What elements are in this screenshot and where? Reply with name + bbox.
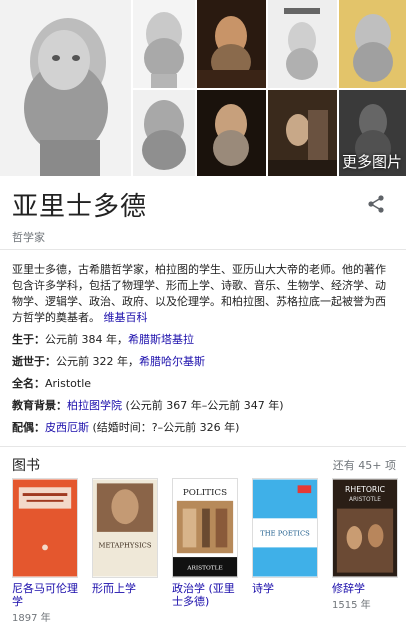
gallery-image-4[interactable] xyxy=(268,0,337,88)
fact-label: 逝世于： xyxy=(12,355,56,368)
fact-label: 配偶： xyxy=(12,421,45,434)
fact-label: 全名： xyxy=(12,377,45,390)
fact-suffix: (公元前 367 年–公元前 347 年) xyxy=(122,399,284,412)
book-title: 尼各马可伦理学 xyxy=(12,582,78,608)
book-item[interactable]: 尼各马可伦理学 1897 年 xyxy=(12,478,78,624)
more-images-button[interactable]: 更多图片 xyxy=(339,90,406,176)
facts-list: 生于：公元前 384 年，希腊斯塔基拉 逝世于：公元前 322 年，希腊哈尔基斯… xyxy=(12,329,396,439)
book-title: 形而上学 xyxy=(92,582,136,595)
fact-value: 公元前 384 年， xyxy=(45,333,128,346)
fact-education: 教育背景：柏拉图学院 (公元前 367 年–公元前 347 年) xyxy=(12,395,396,417)
books-header: 图书 还有 45+ 项 xyxy=(12,455,396,475)
fact-died: 逝世于：公元前 322 年，希腊哈尔基斯 xyxy=(12,351,396,373)
divider xyxy=(0,249,406,250)
book-cover: RHETORIC ARISTOTLE xyxy=(332,478,398,578)
book-title: 诗学 xyxy=(252,582,274,595)
book-cover: THE POETICS xyxy=(252,478,318,578)
entity-header: 亚里士多德 哲学家 xyxy=(12,186,394,245)
book-item[interactable]: POLITICS ARISTOTLE 政治学 (亚里士多德) xyxy=(172,478,238,609)
more-images-label: 更多图片 xyxy=(341,153,402,171)
gallery-image-5[interactable] xyxy=(339,0,406,88)
gallery-image-7[interactable] xyxy=(197,90,266,176)
gallery-image-8[interactable] xyxy=(268,90,337,176)
cover-text: METAPHYSICS xyxy=(99,541,152,549)
share-icon[interactable] xyxy=(366,194,386,214)
book-year: 1515 年 xyxy=(332,600,371,611)
fact-link[interactable]: 皮西厄斯 xyxy=(45,421,89,434)
fact-link[interactable]: 希腊斯塔基拉 xyxy=(128,333,194,346)
bust-portrait-image xyxy=(0,0,131,176)
entity-subtitle: 哲学家 xyxy=(12,231,45,244)
book-cover: METAPHYSICS xyxy=(92,478,158,578)
fact-full-name: 全名：Aristotle xyxy=(12,373,396,395)
book-item[interactable]: METAPHYSICS 形而上学 xyxy=(92,478,158,596)
book-cover: POLITICS ARISTOTLE xyxy=(172,478,238,578)
fact-label: 生于： xyxy=(12,333,45,346)
gallery-image-main[interactable] xyxy=(0,0,131,176)
fact-link[interactable]: 柏拉图学院 xyxy=(67,399,122,412)
book-item[interactable]: THE POETICS 诗学 xyxy=(252,478,318,596)
fact-link[interactable]: 希腊哈尔基斯 xyxy=(139,355,205,368)
fact-suffix: (结婚时间：?–公元前 326 年) xyxy=(89,421,240,434)
books-title: 图书 xyxy=(12,458,40,474)
description-text: 亚里士多德，古希腊哲学家，柏拉图的学生、亚历山大大帝的老师。他的著作包含许多学科… xyxy=(12,263,386,324)
book-title: 政治学 (亚里士多德) xyxy=(172,582,235,608)
description-source-link[interactable]: 维基百科 xyxy=(104,311,148,324)
book-title: 修辞学 xyxy=(332,582,365,595)
fact-born: 生于：公元前 384 年，希腊斯塔基拉 xyxy=(12,329,396,351)
gallery-image-6[interactable] xyxy=(133,90,195,176)
books-more-link[interactable]: 还有 45+ 项 xyxy=(333,457,396,473)
cover-author: ARISTOTLE xyxy=(349,497,381,503)
fact-label: 教育背景： xyxy=(12,399,67,412)
divider xyxy=(0,446,406,447)
cover-text: THE POETICS xyxy=(260,530,310,538)
entity-title: 亚里士多德 xyxy=(12,192,148,222)
book-year: 1897 年 xyxy=(12,613,51,624)
fact-value: Aristotle xyxy=(45,377,92,390)
image-gallery: 更多图片 xyxy=(0,0,406,176)
book-item[interactable]: RHETORIC ARISTOTLE 修辞学 1515 年 xyxy=(332,478,398,611)
gallery-image-3[interactable] xyxy=(197,0,266,88)
book-cover xyxy=(12,478,78,578)
fact-value: 公元前 322 年， xyxy=(56,355,139,368)
cover-text: POLITICS xyxy=(183,488,227,498)
cover-text: RHETORIC xyxy=(345,485,385,494)
description: 亚里士多德，古希腊哲学家，柏拉图的学生、亚历山大大帝的老师。他的著作包含许多学科… xyxy=(12,262,396,326)
cover-author: ARISTOTLE xyxy=(186,566,222,572)
gallery-image-2[interactable] xyxy=(133,0,195,88)
fact-spouse: 配偶：皮西厄斯 (结婚时间：?–公元前 326 年) xyxy=(12,417,396,439)
